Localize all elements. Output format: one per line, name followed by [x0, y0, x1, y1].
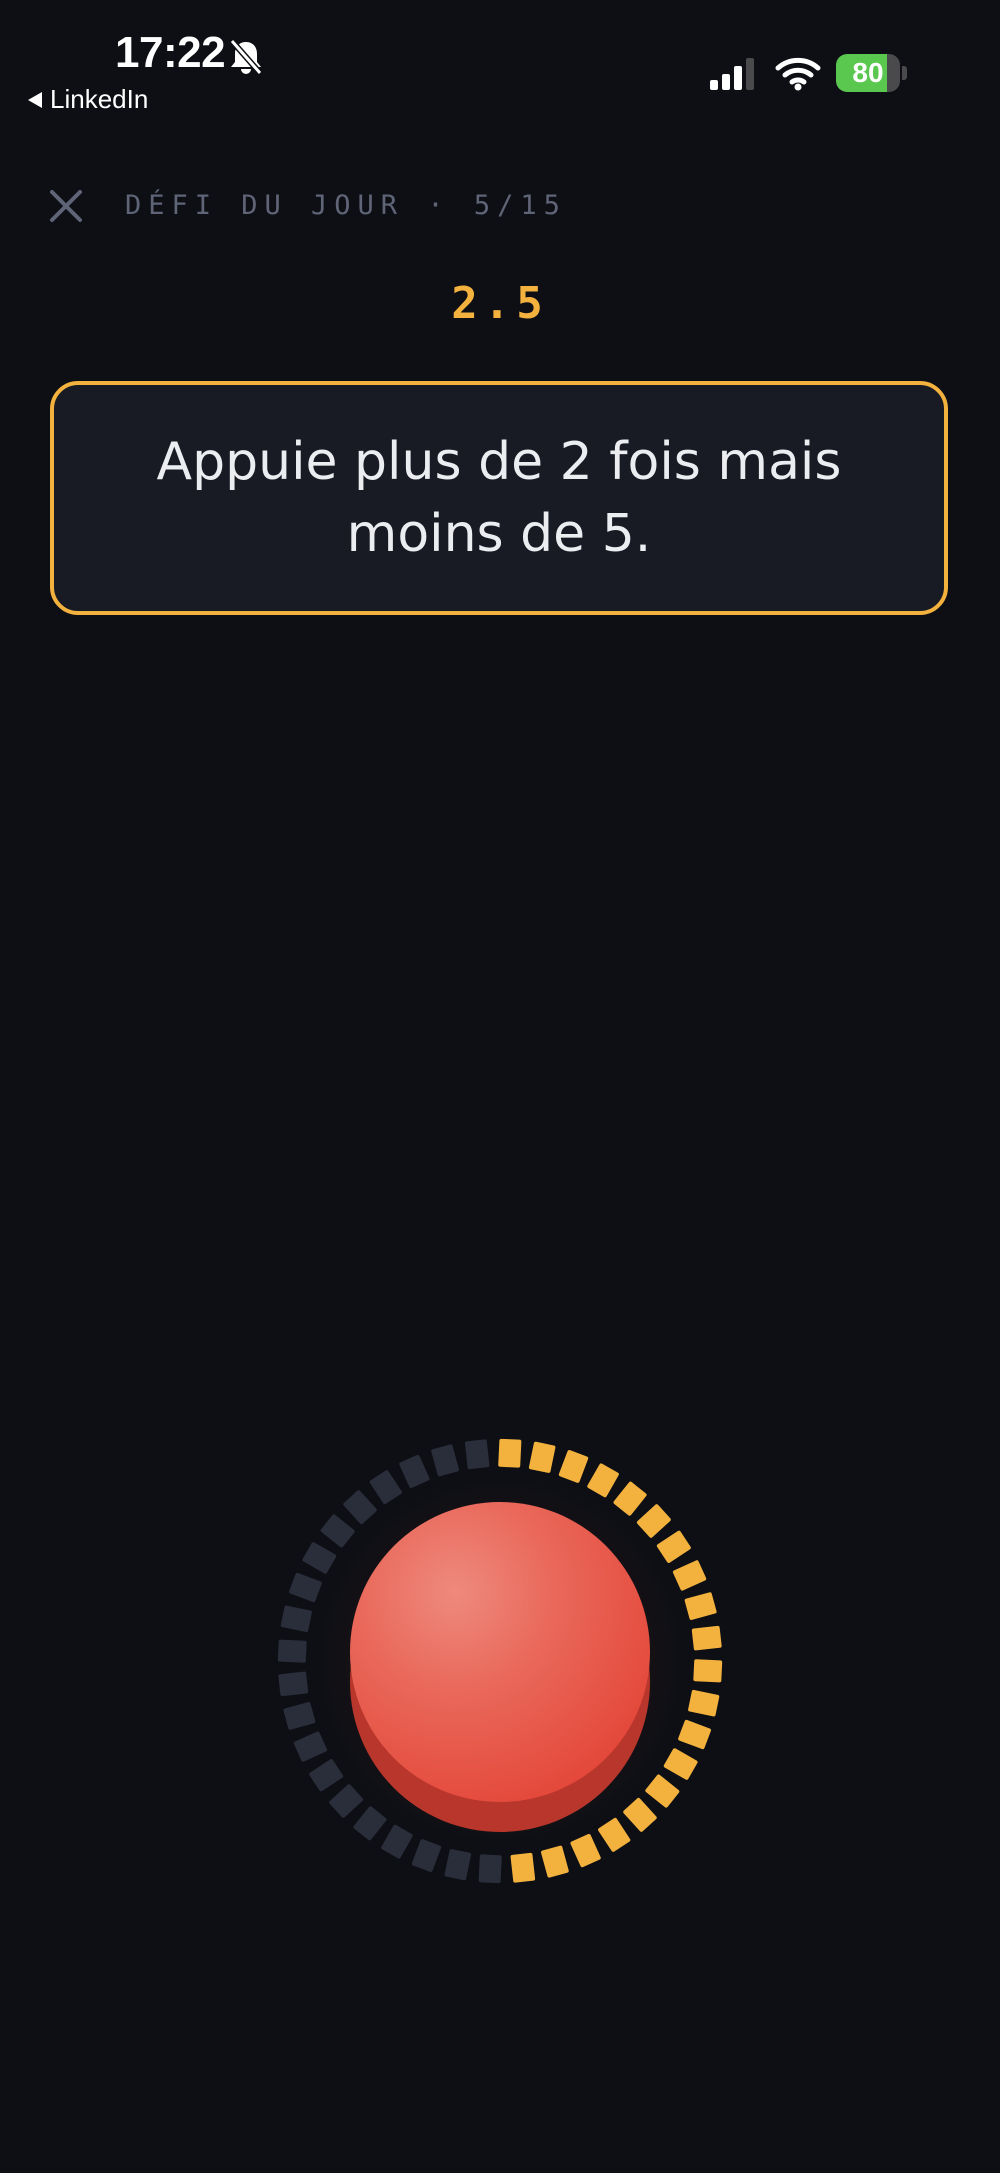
- progress-tick: [498, 1438, 522, 1468]
- battery-indicator: 80: [836, 54, 907, 92]
- close-icon[interactable]: [46, 186, 86, 226]
- progress-tick: [278, 1671, 309, 1697]
- progress-tick: [277, 1639, 307, 1663]
- instruction-card: Appuie plus de 2 fois mais moins de 5.: [50, 381, 948, 615]
- bell-slash-icon: [229, 39, 263, 75]
- back-to-app-link[interactable]: LinkedIn: [28, 84, 148, 115]
- tap-dial: [271, 1432, 729, 1890]
- progress-tick: [464, 1439, 490, 1470]
- red-push-button[interactable]: [350, 1502, 650, 1832]
- timer-score: 2.5: [451, 278, 549, 329]
- cellular-signal-icon: [710, 58, 754, 90]
- progress-tick: [693, 1659, 723, 1683]
- status-time: 17:22: [115, 28, 226, 77]
- back-app-label: LinkedIn: [50, 84, 149, 114]
- progress-tick: [478, 1854, 502, 1884]
- progress-tick: [510, 1852, 536, 1883]
- instruction-text: Appuie plus de 2 fois mais moins de 5.: [156, 432, 842, 564]
- wifi-icon: [775, 57, 821, 91]
- back-arrow-icon: [28, 91, 42, 108]
- progress-tick: [691, 1625, 722, 1651]
- daily-challenge-label: DÉFI DU JOUR · 5/15: [125, 190, 567, 221]
- battery-percent: 80: [852, 57, 884, 88]
